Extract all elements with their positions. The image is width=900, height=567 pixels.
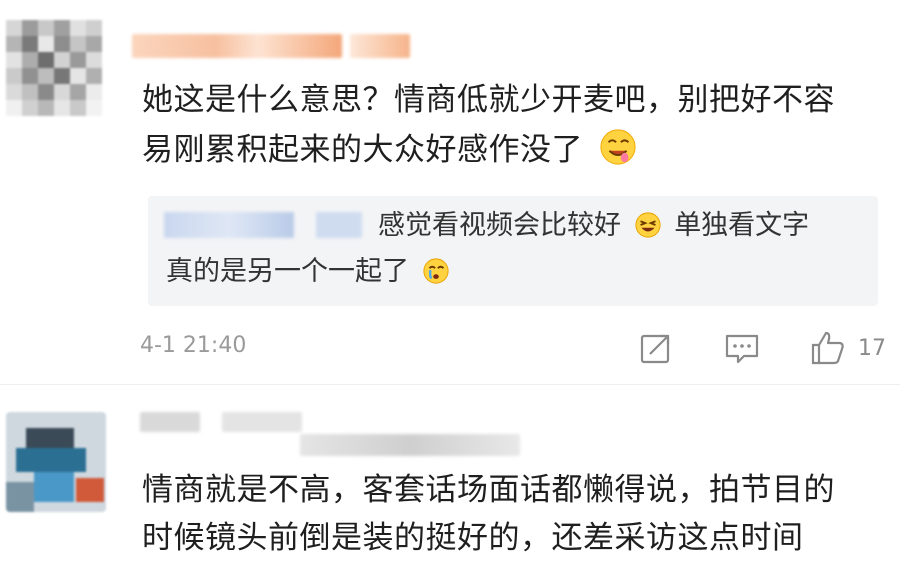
comment-text-line-2-content: 易刚累积起来的大众好感作没了 — [142, 132, 583, 168]
reply-preview[interactable]: 感觉看视频会比较好 单独看文字 真的是另一个一起了 — [148, 196, 878, 306]
reply-text-line-1: 感觉看视频会比较好 单独看文字 — [378, 206, 809, 246]
comment-icon[interactable] — [722, 328, 762, 368]
reply-username-redacted — [164, 212, 294, 238]
share-icon[interactable] — [636, 328, 676, 368]
comment-text-line-2: 易刚累积起来的大众好感作没了 — [142, 124, 637, 176]
username-redacted[interactable] — [140, 412, 200, 432]
comment-item: 她这是什么意思？情商低就少开麦吧，别把好不容 易刚累积起来的大众好感作没了 感觉… — [0, 0, 900, 384]
username-redacted-badge — [350, 34, 410, 58]
reply-text-c: 真的是另一个一起了 — [166, 256, 409, 287]
crying-emoji-icon — [422, 258, 449, 284]
like-count: 17 — [858, 336, 886, 361]
reply-username-redacted-2 — [316, 212, 362, 238]
reply-text-a: 感觉看视频会比较好 — [378, 210, 621, 241]
avatar[interactable] — [6, 20, 102, 116]
thumbs-up-icon[interactable] — [808, 328, 848, 368]
reply-text-line-2: 真的是另一个一起了 — [166, 252, 454, 292]
comment-text-line-2: 时候镜头前倒是装的挺好的，还差采访这点时间 — [142, 520, 804, 556]
username-redacted-3 — [300, 434, 520, 456]
comment-text-line-1: 她这是什么意思？情商低就少开麦吧，别把好不容 — [142, 82, 835, 118]
username-redacted-2 — [222, 412, 302, 432]
username-redacted[interactable] — [132, 34, 342, 58]
comment-text-line-1: 情商就是不高，客套话场面话都懒得说，拍节目的 — [142, 472, 835, 508]
laughing-emoji-icon — [634, 212, 661, 238]
comment-item: 情商就是不高，客套话场面话都懒得说，拍节目的 时候镜头前倒是装的挺好的，还差采访… — [0, 384, 900, 567]
avatar[interactable] — [6, 412, 106, 512]
comment-timestamp: 4-1 21:40 — [140, 333, 247, 358]
reply-text-b: 单独看文字 — [674, 210, 810, 241]
drooling-emoji-icon — [600, 129, 636, 165]
